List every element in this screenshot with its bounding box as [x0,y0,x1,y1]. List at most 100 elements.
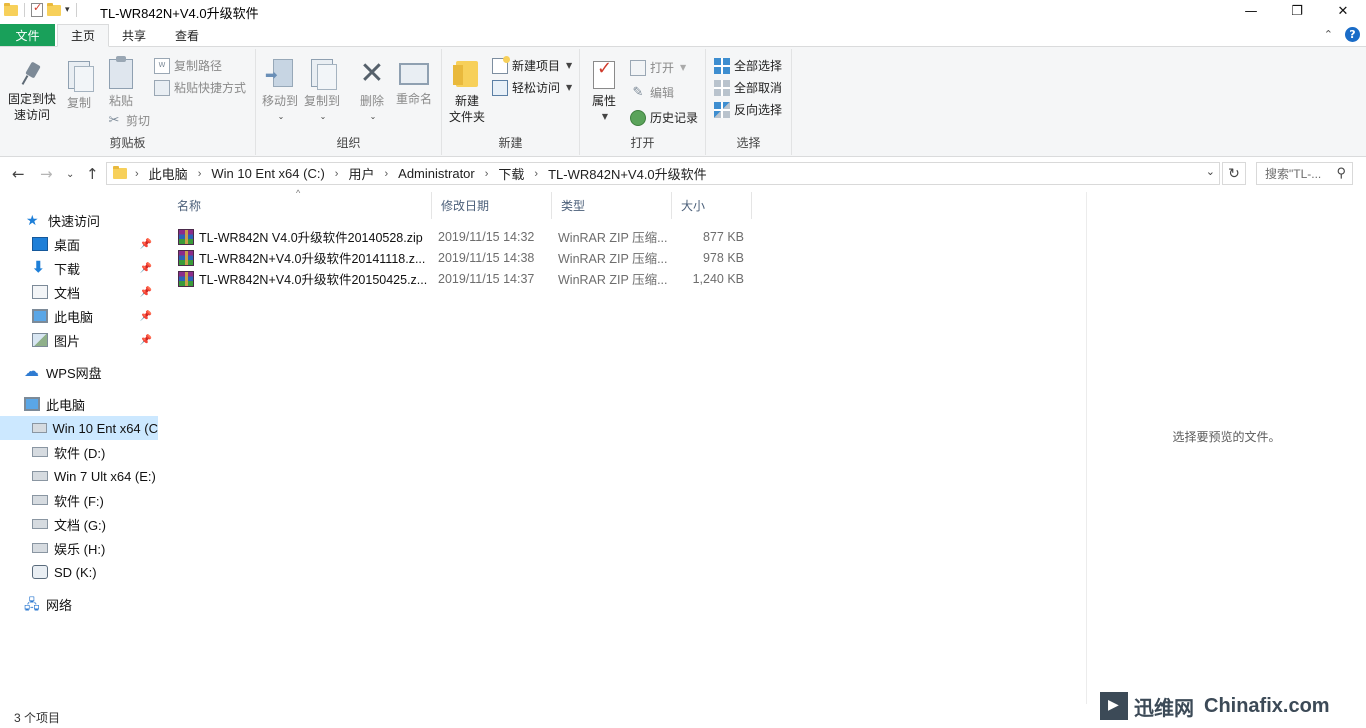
pin-to-quick-access-button[interactable]: 固定到快 速访问 [6,61,58,123]
tab-share[interactable]: 共享 [109,24,159,47]
navigation-pane: ★ 快速访问 桌面 📌 ⬇ 下载 📌 文档 📌 此电脑 📌 图片 📌 ☁ WPS… [0,198,158,704]
breadcrumb-downloads[interactable]: 下载 [498,164,524,183]
nav-item-pictures[interactable]: 图片 📌 [0,328,158,352]
column-header-type[interactable]: 类型 [552,192,672,219]
new-folder-label-line1: 新建 [454,94,479,108]
nav-item-drive-g[interactable]: 文档 (G:) [0,512,158,536]
minimize-button[interactable]: — [1228,0,1274,22]
this-pc-icon [24,397,40,411]
clipboard-group-label: 剪贴板 [109,136,146,150]
address-dropdown-chevron-icon[interactable]: ⌄ [1206,165,1215,178]
nav-label: 此电脑 [46,397,86,413]
quick-access-toolbar: ▾ [4,1,79,17]
column-header-date[interactable]: 修改日期 [432,192,552,219]
breadcrumb-separator-icon[interactable]: › [198,168,202,180]
properties-icon[interactable] [31,1,43,17]
nav-item-drive-h[interactable]: 娱乐 (H:) [0,536,158,560]
up-arrow-icon[interactable]: ↑ [86,165,99,183]
nav-item-drive-e[interactable]: Win 7 Ult x64 (E:) [0,464,158,488]
nav-item-drive-k[interactable]: SD (K:) [0,560,158,584]
nav-item-drive-d[interactable]: 软件 (D:) [0,440,158,464]
file-date: 2019/11/15 14:37 [438,271,535,286]
file-row[interactable]: TL-WR842N+V4.0升级软件20141118.z... 2019/11/… [168,247,758,268]
breadcrumb-current-folder[interactable]: TL-WR842N+V4.0升级软件 [548,164,707,183]
file-row[interactable]: TL-WR842N V4.0升级软件20140528.zip 2019/11/1… [168,226,758,247]
nav-item-drive-c[interactable]: Win 10 Ent x64 (C [0,416,158,440]
nav-item-this-pc[interactable]: 此电脑 [0,392,158,416]
winrar-archive-icon [178,270,194,287]
select-none-icon [714,79,730,96]
search-input[interactable]: 搜索"TL-... ⚲ [1256,162,1353,185]
tab-home[interactable]: 主页 [57,24,110,47]
customize-toolbar-chevron-icon[interactable]: ▾ [65,5,70,15]
open-button[interactable]: 打开 ▼ [630,59,686,76]
nav-quick-access[interactable]: ★ 快速访问 [0,208,158,232]
caret-down-icon: ▼ [566,61,573,70]
column-header-size[interactable]: 大小 [672,192,752,219]
new-folder-button[interactable]: 新建 文件夹 [446,61,488,125]
column-header-name[interactable]: 名称 ^ [168,188,432,219]
rename-button[interactable]: 重命名 [394,59,434,107]
invert-selection-button[interactable]: 反向选择 [714,101,782,118]
nav-label: 娱乐 (H:) [54,541,106,557]
tab-view[interactable]: 查看 [162,24,212,47]
edit-button[interactable]: ✎ 编辑 [630,84,674,101]
help-icon[interactable]: ? [1345,27,1360,42]
file-name: TL-WR842N+V4.0升级软件20141118.z... [199,252,426,266]
file-size: 978 KB [702,250,744,265]
tab-file[interactable]: 文件 [0,24,55,46]
breadcrumb-separator-icon[interactable]: › [335,168,339,180]
breadcrumb-separator-icon[interactable]: › [485,168,489,180]
new-folder-icon[interactable] [47,2,61,16]
breadcrumb-this-pc[interactable]: 此电脑 [149,164,188,183]
breadcrumb-separator-icon[interactable]: › [534,168,538,180]
nav-item-documents[interactable]: 文档 📌 [0,280,158,304]
winrar-archive-icon [178,228,194,245]
forward-arrow-icon[interactable]: → [40,165,53,183]
back-arrow-icon[interactable]: ← [12,165,25,183]
maximize-button[interactable]: ❐ [1274,0,1320,22]
breadcrumb-separator-icon[interactable]: › [384,168,388,180]
nav-item-wps-cloud[interactable]: ☁ WPS网盘 [0,360,158,384]
nav-label: 此电脑 [54,309,94,325]
breadcrumb-administrator[interactable]: Administrator [398,166,475,181]
nav-item-drive-f[interactable]: 软件 (F:) [0,488,158,512]
delete-button[interactable]: ✕ 删除 ⌄ [356,59,388,125]
breadcrumb-separator-icon[interactable]: › [135,168,139,180]
address-bar[interactable]: › 此电脑 › Win 10 Ent x64 (C:) › 用户 › Admin… [106,162,1220,185]
file-row[interactable]: TL-WR842N+V4.0升级软件20150425.z... 2019/11/… [168,268,758,289]
collapse-ribbon-chevron-icon[interactable]: ⌃ [1324,28,1333,41]
recent-locations-chevron-icon[interactable]: ⌄ [66,169,74,180]
close-button[interactable]: ✕ [1320,0,1366,22]
chevron-down-icon: ⌄ [319,112,327,121]
nav-label: 软件 (F:) [54,493,104,509]
nav-item-downloads[interactable]: ⬇ 下载 📌 [0,256,158,280]
paste-label: 粘贴 [108,94,133,108]
properties-button[interactable]: 属性 ▼ [590,61,618,125]
breadcrumb-drive-c[interactable]: Win 10 Ent x64 (C:) [211,166,324,181]
easy-access-button[interactable]: 轻松访问 ▼ [492,79,572,96]
file-name: TL-WR842N V4.0升级软件20140528.zip [199,231,423,245]
move-to-button[interactable]: 移动到 ⌄ [262,59,298,125]
history-button[interactable]: 历史记录 [630,109,698,126]
select-all-button[interactable]: 全部选择 [714,57,782,74]
new-item-button[interactable]: 新建项目 ▼ [492,55,573,74]
refresh-button[interactable]: ↻ [1222,162,1246,185]
copy-path-button[interactable]: W 复制路径 [154,57,222,74]
properties-icon [593,61,615,89]
ribbon-tabs: 文件 主页 共享 查看 ⌃ ? [0,24,1366,47]
paste-button[interactable]: 粘贴 [104,56,138,109]
select-none-button[interactable]: 全部取消 [714,79,782,96]
nav-item-this-pc-pinned[interactable]: 此电脑 📌 [0,304,158,328]
nav-label: WPS网盘 [46,365,102,381]
nav-item-network[interactable]: 🖧 网络 [0,592,158,616]
winrar-archive-icon [178,249,194,266]
breadcrumb-users[interactable]: 用户 [348,164,374,183]
select-all-icon [714,57,730,74]
paste-shortcut-label: 粘贴快捷方式 [174,81,247,95]
paste-shortcut-button[interactable]: 粘贴快捷方式 [154,79,246,96]
copy-button[interactable]: 复制 [62,61,96,111]
cut-button[interactable]: ✂ 剪切 [106,112,150,129]
nav-item-desktop[interactable]: 桌面 📌 [0,232,158,256]
copy-to-button[interactable]: 复制到 ⌄ [304,59,340,125]
